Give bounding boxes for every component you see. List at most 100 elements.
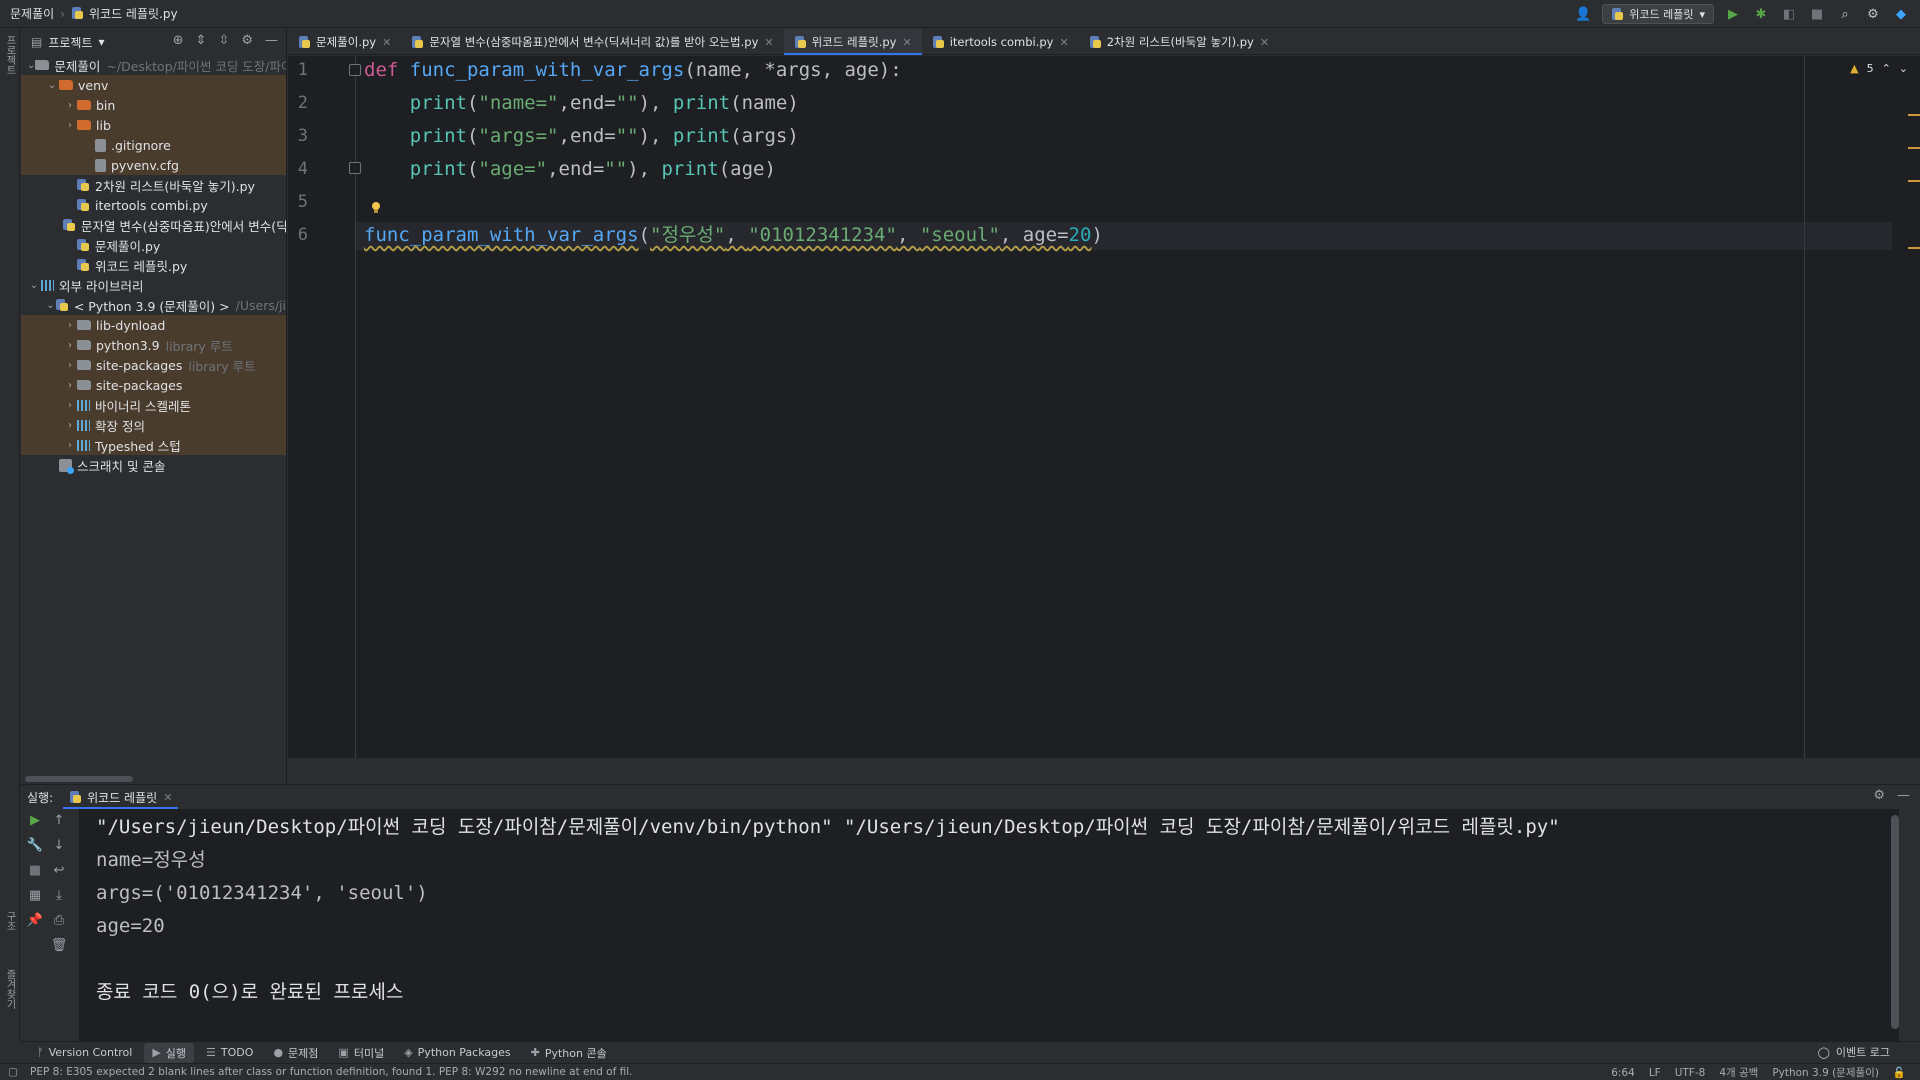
project-panel-title[interactable]: 프로젝트 <box>48 34 92 51</box>
chevron-down-icon[interactable]: ⌄ <box>45 80 59 91</box>
warning-stripe[interactable] <box>1908 247 1920 249</box>
chevron-right-icon[interactable]: › <box>63 360 77 371</box>
expand-all-icon[interactable]: ⇕ <box>196 33 207 48</box>
editor-tab[interactable]: 위코드 레플릿.py ✕ <box>783 29 922 55</box>
tool-window-button[interactable]: ● 문제점 <box>265 1043 326 1063</box>
caret-position[interactable]: 6:64 <box>1611 1067 1635 1079</box>
tree-item[interactable]: › python3.9 library 루트 <box>21 335 286 355</box>
tree-item[interactable]: › lib-dynload <box>21 315 286 335</box>
chevron-right-icon[interactable]: › <box>63 320 77 331</box>
tool-window-button[interactable]: ᚠ Version Control <box>29 1043 140 1063</box>
editor-tab[interactable]: 문자열 변수(삼중따옴표)안에서 변수(딕셔너리 값)를 받아 오는법.py ✕ <box>401 29 783 55</box>
pin-icon[interactable]: 📌 <box>27 913 43 928</box>
tree-item[interactable]: 위코드 레플릿.py <box>21 255 286 275</box>
hide-icon[interactable]: — <box>265 33 278 48</box>
trash-icon[interactable]: 🗑 <box>51 938 68 953</box>
chevron-down-icon[interactable]: ⌄ <box>45 300 56 311</box>
tree-item[interactable]: ⌄ 외부 라이브러리 <box>21 275 286 295</box>
collapse-all-icon[interactable]: ⇳ <box>218 33 229 48</box>
tool-window-button[interactable]: ▶ 실행 <box>144 1042 195 1063</box>
tree-item[interactable]: 문자열 변수(삼중따옴표)안에서 변수(딕셔 <box>21 215 286 235</box>
chevron-right-icon[interactable]: › <box>63 400 77 411</box>
soft-wrap-icon[interactable]: ↩ <box>54 863 65 878</box>
close-icon[interactable]: ✕ <box>163 791 172 804</box>
chevron-right-icon[interactable]: › <box>63 440 77 451</box>
tree-item[interactable]: › 바이너리 스켈레톤 <box>21 395 286 415</box>
chevron-down-icon[interactable]: ⌄ <box>27 60 35 71</box>
fold-marker-icon[interactable] <box>349 64 361 76</box>
favorites-tool-button[interactable]: 즐겨찾기 <box>2 969 17 1009</box>
tree-item[interactable]: › site-packages <box>21 375 286 395</box>
run-configuration-select[interactable]: 위코드 레플릿 ▾ <box>1602 4 1714 24</box>
structure-tool-button[interactable]: 구조 <box>2 911 17 931</box>
chevron-down-icon[interactable]: ⌄ <box>1899 62 1908 75</box>
layout-icon[interactable]: ▦ <box>29 888 41 903</box>
tree-item[interactable]: pyvenv.cfg <box>21 155 286 175</box>
tree-item[interactable]: › lib <box>21 115 286 135</box>
scroll-to-end-icon[interactable]: ⤓ <box>56 888 62 903</box>
print-icon[interactable]: ⎙ <box>54 913 64 928</box>
gear-icon[interactable]: ⚙ <box>241 33 253 48</box>
gear-icon[interactable]: ⚙ <box>1873 788 1885 803</box>
file-encoding[interactable]: UTF-8 <box>1675 1067 1706 1079</box>
chevron-right-icon[interactable]: › <box>63 420 77 431</box>
gear-icon[interactable]: ⚙ <box>1864 5 1882 23</box>
lightbulb-icon[interactable] <box>371 202 381 214</box>
tree-item[interactable]: › 확장 정의 <box>21 415 286 435</box>
chevron-down-icon[interactable]: ⌄ <box>27 280 41 291</box>
debug-icon[interactable]: ✱ <box>1752 5 1770 23</box>
python-interpreter[interactable]: Python 3.9 (문제풀이) <box>1772 1065 1879 1080</box>
run-icon[interactable]: ▶ <box>1724 5 1742 23</box>
inspection-widget[interactable]: ▲ 5 ⌃ ⌄ <box>1850 62 1908 75</box>
tree-item[interactable]: 스크래치 및 콘솔 <box>21 455 286 475</box>
tree-item[interactable]: 2차원 리스트(바둑알 놓기).py <box>21 175 286 195</box>
tree-item[interactable]: › site-packages library 루트 <box>21 355 286 375</box>
warning-stripe[interactable] <box>1908 114 1920 116</box>
tree-item[interactable]: .gitignore <box>21 135 286 155</box>
line-separator[interactable]: LF <box>1649 1067 1661 1079</box>
chevron-up-icon[interactable]: ⌃ <box>1882 62 1891 75</box>
close-icon[interactable]: ✕ <box>1260 36 1269 49</box>
tree-item[interactable]: ⌄ 문제풀이 ~/Desktop/파이썬 코딩 도장/파이 <box>21 55 286 75</box>
close-icon[interactable]: ✕ <box>382 36 391 49</box>
stop-icon[interactable]: ■ <box>1808 5 1826 23</box>
close-icon[interactable]: ✕ <box>764 36 773 49</box>
tool-window-button[interactable]: ▣ 터미널 <box>330 1043 392 1063</box>
hide-icon[interactable]: — <box>1897 788 1910 803</box>
locate-icon[interactable]: ⊕ <box>173 33 184 48</box>
chevron-down-icon[interactable]: ▾ <box>99 35 105 49</box>
rerun-icon[interactable]: ▶ <box>30 813 40 828</box>
tree-item[interactable]: itertools combi.py <box>21 195 286 215</box>
tree-item[interactable]: › Typeshed 스텁 <box>21 435 286 455</box>
tool-window-button[interactable]: ◈ Python Packages <box>396 1043 518 1063</box>
run-tab[interactable]: 위코드 레플릿 ✕ <box>63 785 179 809</box>
chevron-right-icon[interactable]: › <box>63 120 77 131</box>
toggle-tool-windows-icon[interactable]: ▢ <box>8 1066 18 1078</box>
tree-item[interactable]: ⌄ < Python 3.9 (문제풀이) > /Users/ji <box>21 295 286 315</box>
tool-window-button[interactable]: ✚ Python 콘솔 <box>523 1043 615 1063</box>
breadcrumb-project[interactable]: 문제풀이 <box>10 5 54 22</box>
wrench-icon[interactable]: 🔧 <box>27 838 43 853</box>
event-log-button[interactable]: ◯ 이벤트 로그 <box>1818 1044 1890 1060</box>
breadcrumb-file[interactable]: 위코드 레플릿.py <box>89 5 178 22</box>
user-icon[interactable]: 👤 <box>1574 5 1592 23</box>
code-editor[interactable]: 123456 def func_param_with_var_args(name… <box>288 56 1920 758</box>
arrow-down-icon[interactable]: ↓ <box>54 838 65 853</box>
editor-tab[interactable]: 2차원 리스트(바둑알 놓기).py ✕ <box>1079 29 1279 55</box>
tool-window-button[interactable]: ☰ TODO <box>198 1043 261 1063</box>
warning-stripe[interactable] <box>1908 147 1920 149</box>
chevron-right-icon[interactable]: › <box>63 340 77 351</box>
arrow-up-icon[interactable]: ↑ <box>54 813 65 828</box>
chevron-right-icon[interactable]: › <box>63 380 77 391</box>
project-tool-button[interactable]: 프로젝트 <box>2 35 17 75</box>
editor-tab[interactable]: itertools combi.py ✕ <box>922 29 1079 55</box>
lock-icon[interactable]: 🔓 <box>1893 1066 1906 1079</box>
stop-icon[interactable]: ■ <box>29 863 41 878</box>
close-icon[interactable]: ✕ <box>1059 36 1068 49</box>
fold-marker-icon[interactable] <box>349 162 361 174</box>
vertical-scrollbar[interactable] <box>1891 815 1899 1029</box>
coverage-icon[interactable]: ◧ <box>1780 5 1798 23</box>
indent-setting[interactable]: 4개 공백 <box>1719 1065 1758 1080</box>
tree-item[interactable]: 문제풀이.py <box>21 235 286 255</box>
horizontal-scrollbar[interactable] <box>25 776 133 782</box>
